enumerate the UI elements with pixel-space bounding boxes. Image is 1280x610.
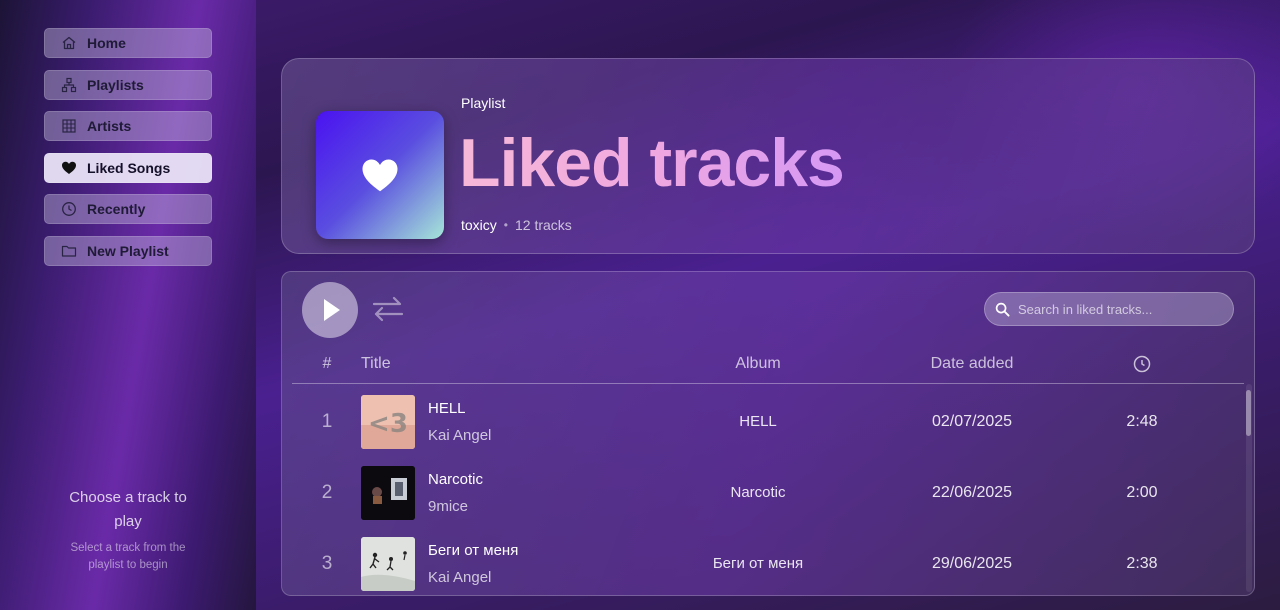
track-title[interactable]: Беги от меня — [428, 542, 518, 559]
home-icon — [61, 35, 77, 51]
sidebar-item-label: Home — [87, 35, 126, 51]
play-icon — [324, 299, 340, 321]
search-input[interactable] — [1018, 301, 1218, 317]
folder-icon — [61, 243, 77, 259]
track-number: 3 — [321, 553, 333, 574]
sidebar: Home Playlists Artists Liked Songs Recen… — [0, 0, 256, 610]
track-title[interactable]: Narcotic — [428, 471, 483, 488]
header-date-added[interactable]: Date added — [872, 355, 1072, 373]
track-title[interactable]: HELL — [428, 400, 466, 417]
heart-icon — [362, 159, 398, 192]
header-duration[interactable] — [1092, 355, 1192, 378]
track-artwork: <3 — [361, 395, 415, 449]
clock-icon — [61, 201, 77, 217]
sidebar-item-recently[interactable]: Recently — [44, 194, 212, 224]
heart-icon — [61, 160, 77, 176]
table-header: # Title Album Date added — [292, 350, 1244, 384]
tracks-panel: # Title Album Date added 1 <3 HELL Kai A… — [281, 271, 1255, 596]
shuffle-icon[interactable] — [372, 294, 404, 324]
playlist-header: Playlist Liked tracks toxicy • 12 tracks — [281, 58, 1255, 254]
track-duration: 2:38 — [1126, 555, 1158, 572]
sidebar-nav: Home Playlists Artists Liked Songs Recen… — [44, 28, 212, 277]
scrollbar-thumb[interactable] — [1246, 390, 1251, 436]
hint-title: Choose a track to play — [69, 489, 187, 530]
search-bar[interactable] — [984, 292, 1234, 326]
track-date-added: 02/07/2025 — [931, 413, 1013, 430]
sidebar-item-label: Artists — [87, 118, 132, 134]
track-duration: 2:48 — [1126, 413, 1158, 430]
scrollbar[interactable] — [1246, 384, 1252, 592]
track-date-added: 22/06/2025 — [931, 484, 1013, 501]
track-artwork — [361, 466, 415, 520]
hint-subtitle: Select a track from the playlist to begi… — [70, 542, 186, 571]
header-title[interactable]: Title — [361, 355, 391, 373]
track-artist[interactable]: 9mice — [428, 498, 468, 515]
main-content: Playlist Liked tracks toxicy • 12 tracks… — [256, 0, 1280, 610]
play-button[interactable] — [302, 282, 358, 338]
sidebar-item-label: New Playlist — [87, 242, 169, 259]
sidebar-item-label: Recently — [87, 201, 146, 217]
clock-icon — [1133, 355, 1151, 373]
track-duration: 2:00 — [1126, 484, 1158, 501]
sidebar-item-liked-songs[interactable]: Liked Songs — [44, 152, 212, 183]
playlist-cover — [316, 111, 444, 239]
svg-text:<3: <3 — [368, 409, 408, 439]
sidebar-item-new-playlist[interactable]: New Playlist — [44, 235, 212, 266]
track-artist[interactable]: Kai Angel — [428, 569, 491, 586]
track-artwork — [361, 537, 415, 591]
sidebar-item-home[interactable]: Home — [44, 28, 212, 58]
track-album[interactable]: HELL — [658, 413, 858, 430]
grid-icon — [61, 118, 77, 134]
sidebar-item-artists[interactable]: Artists — [44, 111, 212, 141]
playlist-meta: toxicy • 12 tracks — [461, 217, 572, 233]
sitemap-icon — [61, 77, 77, 93]
search-icon — [995, 302, 1010, 317]
header-album[interactable]: Album — [658, 355, 858, 373]
sidebar-item-label: Playlists — [87, 76, 144, 93]
track-album[interactable]: Беги от меня — [658, 555, 858, 572]
meta-separator: • — [503, 218, 508, 232]
track-album[interactable]: Narcotic — [658, 484, 858, 501]
track-number: 2 — [321, 482, 333, 503]
table-row[interactable]: 1 <3 HELL Kai Angel HELL 02/07/2025 2:48 — [292, 386, 1244, 456]
playlist-owner[interactable]: toxicy — [461, 217, 497, 233]
sidebar-item-label: Liked Songs — [87, 159, 171, 176]
table-row[interactable]: 2 Narcotic 9mice Narcotic 22/06/2025 2:0… — [292, 457, 1244, 527]
header-number: # — [322, 355, 332, 372]
track-date-added: 29/06/2025 — [931, 555, 1013, 572]
playlist-kind: Playlist — [461, 95, 506, 111]
track-artist[interactable]: Kai Angel — [428, 427, 491, 444]
page-title: Liked tracks — [459, 125, 845, 201]
track-count: 12 tracks — [515, 217, 572, 233]
track-number: 1 — [321, 411, 333, 432]
sidebar-item-playlists[interactable]: Playlists — [44, 69, 212, 100]
table-row[interactable]: 3 Беги от меня Kai Angel Беги от меня 29… — [292, 528, 1244, 595]
now-playing-placeholder: Choose a track to play Select a track fr… — [0, 486, 256, 574]
